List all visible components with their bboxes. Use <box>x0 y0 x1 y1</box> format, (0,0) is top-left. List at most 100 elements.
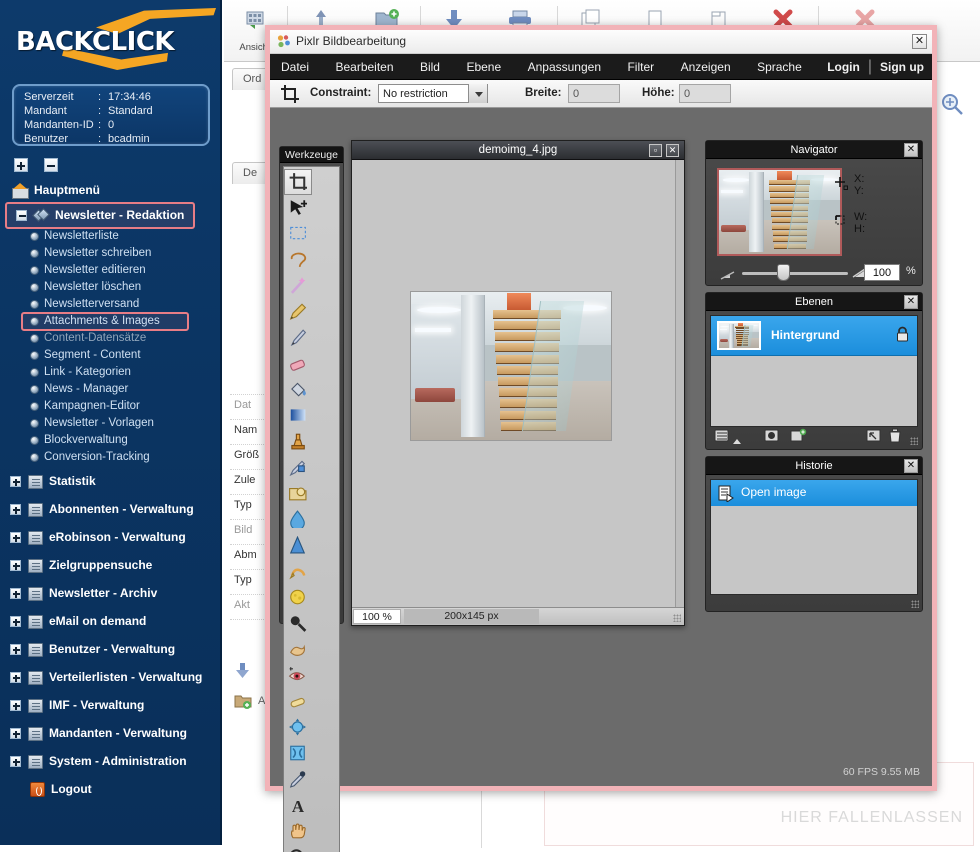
menu-anzeigen[interactable]: Anzeigen <box>670 54 742 80</box>
canvas-zoom-level[interactable]: 100 % <box>353 609 401 624</box>
menu-datei[interactable]: Datei <box>270 54 320 80</box>
zoom-in-icon[interactable] <box>940 92 966 118</box>
clone-stamp-tool[interactable] <box>284 429 312 455</box>
expand-icon[interactable] <box>10 700 21 712</box>
sidebar-subitem[interactable]: Content-Datensätze <box>0 330 220 347</box>
navigator-zoom-input[interactable]: 100 <box>864 264 900 281</box>
type-tool[interactable]: A <box>284 793 312 819</box>
menu-anpassungen[interactable]: Anpassungen <box>517 54 612 80</box>
history-close-button[interactable]: ✕ <box>904 459 918 473</box>
sidebar-subitem[interactable]: Newsletter editieren <box>0 262 220 279</box>
menu-login[interactable]: Login <box>819 54 868 80</box>
layers-list[interactable]: Hintergrund <box>710 315 918 427</box>
chevron-up-icon[interactable] <box>732 432 748 447</box>
tab-details[interactable]: De <box>232 162 269 184</box>
gradient-tool[interactable] <box>284 403 312 429</box>
menu-signup[interactable]: Sign up <box>872 54 932 80</box>
expand-icon[interactable] <box>10 476 21 488</box>
sidebar-item-hauptmenu[interactable]: Hauptmenü <box>0 178 220 203</box>
sidebar-section[interactable]: Abonnenten - Verwaltung <box>0 497 220 522</box>
menu-bearbeiten[interactable]: Bearbeiten <box>324 54 404 80</box>
pencil-tool[interactable] <box>284 299 312 325</box>
history-resize-grip[interactable] <box>911 600 919 608</box>
sidebar-item-logout[interactable]: Logout <box>0 777 220 802</box>
zoom-slider-track[interactable] <box>742 272 848 275</box>
navigator-thumbnail[interactable] <box>717 168 842 256</box>
expand-icon[interactable] <box>10 560 21 572</box>
lock-icon[interactable] <box>896 326 909 342</box>
burn-tool[interactable] <box>284 637 312 663</box>
smudge-tool[interactable] <box>284 559 312 585</box>
expand-icon[interactable] <box>10 728 21 740</box>
zip-small-icon[interactable] <box>234 692 252 710</box>
constraint-select[interactable]: No restriction <box>378 84 488 103</box>
menu-ebene[interactable]: Ebene <box>455 54 512 80</box>
sidebar-subitem[interactable]: Blockverwaltung <box>0 432 220 449</box>
sidebar-subitem[interactable]: News - Manager <box>0 381 220 398</box>
sponge-tool[interactable] <box>284 585 312 611</box>
layer-row[interactable]: Hintergrund <box>711 316 917 356</box>
eraser-tool[interactable] <box>284 351 312 377</box>
layers-resize-grip[interactable] <box>910 437 918 445</box>
expand-icon[interactable] <box>10 504 21 516</box>
sidebar-subitem[interactable]: Attachments & Images <box>21 312 189 331</box>
expand-all-button[interactable] <box>14 157 28 172</box>
sidebar-subitem[interactable]: Newsletterversand <box>0 296 220 313</box>
sidebar-subitem[interactable]: Newsletter löschen <box>0 279 220 296</box>
layer-settings-icon[interactable] <box>714 428 730 443</box>
hand-tool[interactable] <box>284 819 312 845</box>
duplicate-layer-icon[interactable] <box>866 428 882 443</box>
dodge-tool[interactable] <box>284 611 312 637</box>
sidebar-section[interactable]: Benutzer - Verwaltung <box>0 637 220 662</box>
zoom-out-icon[interactable] <box>720 267 736 285</box>
move-tool[interactable] <box>284 195 312 221</box>
red-eye-tool[interactable] <box>284 663 312 689</box>
lasso-select-tool[interactable] <box>284 247 312 273</box>
layer-mask-icon[interactable] <box>764 428 780 443</box>
sidebar-subitem[interactable]: Newsletterliste <box>0 228 220 245</box>
history-row[interactable]: Open image <box>711 480 917 506</box>
zoom-tool[interactable] <box>284 845 312 852</box>
drawing-tool[interactable] <box>284 455 312 481</box>
collapse-all-button[interactable] <box>44 157 59 172</box>
sidebar-subitem[interactable]: Kampagnen-Editor <box>0 398 220 415</box>
sharpen-tool[interactable] <box>284 533 312 559</box>
width-input[interactable]: 0 <box>568 84 620 103</box>
image-window[interactable]: demoimg_4.jpg ▫ ✕ 100 % 200x145 px <box>351 140 685 626</box>
sidebar-section[interactable]: Newsletter - Archiv <box>0 581 220 606</box>
sidebar-section[interactable]: System - Administration <box>0 749 220 774</box>
blur-tool[interactable] <box>284 507 312 533</box>
marquee-select-tool[interactable] <box>284 221 312 247</box>
history-list[interactable]: Open image <box>710 479 918 595</box>
eyedropper-tool[interactable] <box>284 767 312 793</box>
menu-bild[interactable]: Bild <box>409 54 451 80</box>
zoom-slider-knob[interactable] <box>777 264 790 281</box>
sidebar-subitem[interactable]: Link - Kategorien <box>0 364 220 381</box>
sidebar-subitem[interactable]: Segment - Content <box>0 347 220 364</box>
layers-close-button[interactable]: ✕ <box>904 295 918 309</box>
height-input[interactable]: 0 <box>679 84 731 103</box>
chevron-down-icon[interactable] <box>468 84 487 103</box>
sidebar-section[interactable]: Verteilerlisten - Verwaltung <box>0 665 220 690</box>
magic-wand-tool[interactable] <box>284 273 312 299</box>
expand-icon[interactable] <box>10 756 21 768</box>
crop-tool[interactable] <box>284 169 312 195</box>
delete-layer-icon[interactable] <box>888 428 904 443</box>
sidebar-subitem[interactable]: Newsletter - Vorlagen <box>0 415 220 432</box>
sidebar-section[interactable]: Mandanten - Verwaltung <box>0 721 220 746</box>
sidebar-section[interactable]: Statistik <box>0 469 220 494</box>
canvas-vertical-scrollbar[interactable] <box>675 160 684 607</box>
paint-bucket-tool[interactable] <box>284 377 312 403</box>
image-window-minimize-button[interactable]: ▫ <box>649 144 662 157</box>
collapse-icon[interactable] <box>16 210 27 222</box>
menu-sprache[interactable]: Sprache <box>746 54 813 80</box>
expand-icon[interactable] <box>10 644 21 656</box>
pixlr-dialog[interactable]: Pixlr Bildbearbeitung ✕ Sign up | Login … <box>265 25 937 852</box>
brush-tool[interactable] <box>284 325 312 351</box>
shape-tool[interactable] <box>284 481 312 507</box>
image-window-close-button[interactable]: ✕ <box>666 144 679 157</box>
sidebar-section[interactable]: IMF - Verwaltung <box>0 693 220 718</box>
pixlr-close-button[interactable]: ✕ <box>912 34 927 49</box>
expand-icon[interactable] <box>10 672 21 684</box>
navigator-close-button[interactable]: ✕ <box>904 143 918 157</box>
